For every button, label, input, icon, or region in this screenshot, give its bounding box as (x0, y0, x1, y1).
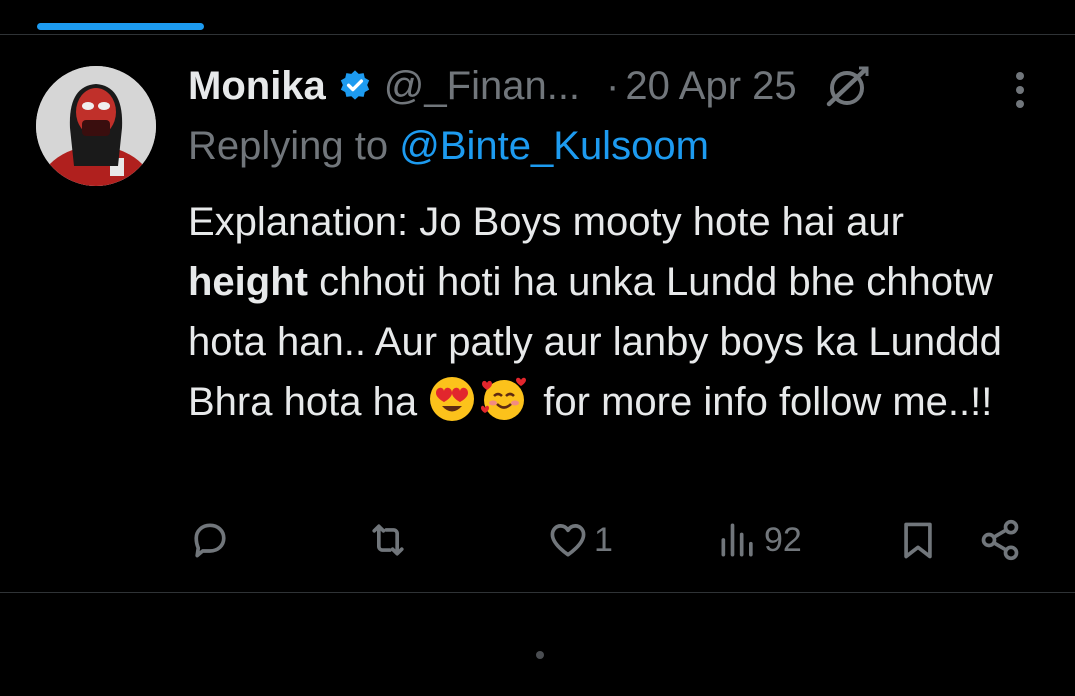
action-bar: 1 92 (0, 516, 1075, 564)
reply-icon (194, 523, 226, 558)
tweet-text-part-1: Explanation: Jo Boys mooty hote hai aur (188, 200, 904, 244)
heart-eyes-emoji (430, 377, 475, 421)
like-count: 1 (594, 520, 613, 559)
bookmark-button[interactable] (896, 516, 940, 564)
avatar[interactable] (36, 66, 156, 186)
tweet-text: Explanation: Jo Boys mooty hote hai aur … (188, 192, 1028, 432)
bottom-divider (0, 592, 1075, 593)
views-icon (721, 523, 753, 557)
tweet-header: Monika @_Finan... · 20 Apr 25 (188, 60, 871, 112)
retweet-button[interactable] (366, 516, 414, 564)
like-icon (550, 524, 586, 557)
views-count: 92 (764, 520, 802, 559)
tweet-date[interactable]: 20 Apr 25 (625, 64, 796, 109)
tweet-text-part-3: for more info follow me..!! (532, 380, 993, 424)
reply-mention-link[interactable]: @Binte_Kulsoom (399, 124, 709, 168)
views-button[interactable]: 92 (716, 516, 802, 564)
share-button[interactable] (978, 516, 1022, 564)
share-icon (981, 519, 1019, 561)
header-separator: · (606, 63, 620, 108)
scroll-indicator-dot (536, 651, 544, 659)
smiling-face-with-hearts-emoji (481, 377, 527, 420)
replying-prefix: Replying to (188, 124, 400, 168)
replying-to: Replying to @Binte_Kulsoom (188, 124, 709, 169)
author-handle[interactable]: @_Finan... (384, 64, 580, 109)
verified-badge-icon (340, 70, 369, 100)
more-options-icon[interactable] (1008, 70, 1032, 110)
like-button[interactable]: 1 (546, 516, 613, 564)
bookmark-icon (904, 522, 932, 559)
reply-button[interactable] (188, 516, 236, 564)
retweet-icon (372, 524, 404, 556)
grok-icon[interactable] (823, 62, 871, 110)
top-divider (0, 34, 1075, 35)
tab-indicator (37, 23, 204, 30)
author-name[interactable]: Monika (188, 64, 326, 109)
tweet-text-bold: height (188, 260, 308, 304)
